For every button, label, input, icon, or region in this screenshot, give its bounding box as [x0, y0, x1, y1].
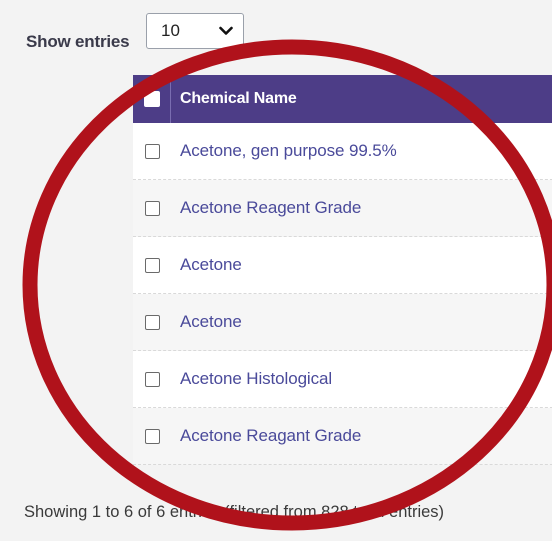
entries-per-page-value: 10: [161, 21, 180, 40]
chevron-down-icon: [219, 26, 233, 35]
table-row: Acetone: [133, 294, 552, 351]
select-all-cell: [133, 75, 171, 123]
table-row: Acetone, gen purpose 99.5%: [133, 123, 552, 180]
table-header: Chemical Name: [133, 75, 552, 123]
table-info: Showing 1 to 6 of 6 entries (filtered fr…: [24, 503, 445, 521]
chemical-name-link[interactable]: Acetone: [171, 255, 242, 275]
chemical-name-link[interactable]: Acetone Histological: [171, 369, 332, 389]
chemical-name-link[interactable]: Acetone, gen purpose 99.5%: [171, 141, 397, 161]
row-checkbox-cell: [133, 371, 171, 387]
length-menu-label: Show entries: [26, 32, 130, 51]
table-body: Acetone, gen purpose 99.5% Acetone Reagen…: [133, 123, 552, 465]
chemicals-table: Chemical Name Acetone, gen purpose 99.5%…: [133, 75, 552, 465]
table-row: Acetone Reagant Grade: [133, 408, 552, 465]
table-row: Acetone: [133, 237, 552, 294]
column-header-chemical-name[interactable]: Chemical Name: [171, 90, 297, 108]
row-checkbox[interactable]: [144, 143, 160, 159]
row-checkbox-cell: [133, 200, 171, 216]
chemical-name-link[interactable]: Acetone Reagent Grade: [171, 198, 361, 218]
select-all-checkbox[interactable]: [143, 91, 160, 107]
row-checkbox[interactable]: [144, 314, 160, 330]
chemical-name-link[interactable]: Acetone Reagant Grade: [171, 426, 361, 446]
chemical-name-link[interactable]: Acetone: [171, 312, 242, 332]
row-checkbox-cell: [133, 314, 171, 330]
row-checkbox-cell: [133, 428, 171, 444]
row-checkbox[interactable]: [144, 200, 160, 216]
row-checkbox[interactable]: [144, 257, 160, 273]
table-row: Acetone Reagent Grade: [133, 180, 552, 237]
row-checkbox-cell: [133, 143, 171, 159]
length-menu: Show entries: [26, 22, 130, 62]
table-row: Acetone Histological: [133, 351, 552, 408]
entries-per-page-select[interactable]: 10: [146, 13, 244, 49]
row-checkbox-cell: [133, 257, 171, 273]
row-checkbox[interactable]: [144, 371, 160, 387]
row-checkbox[interactable]: [144, 428, 160, 444]
